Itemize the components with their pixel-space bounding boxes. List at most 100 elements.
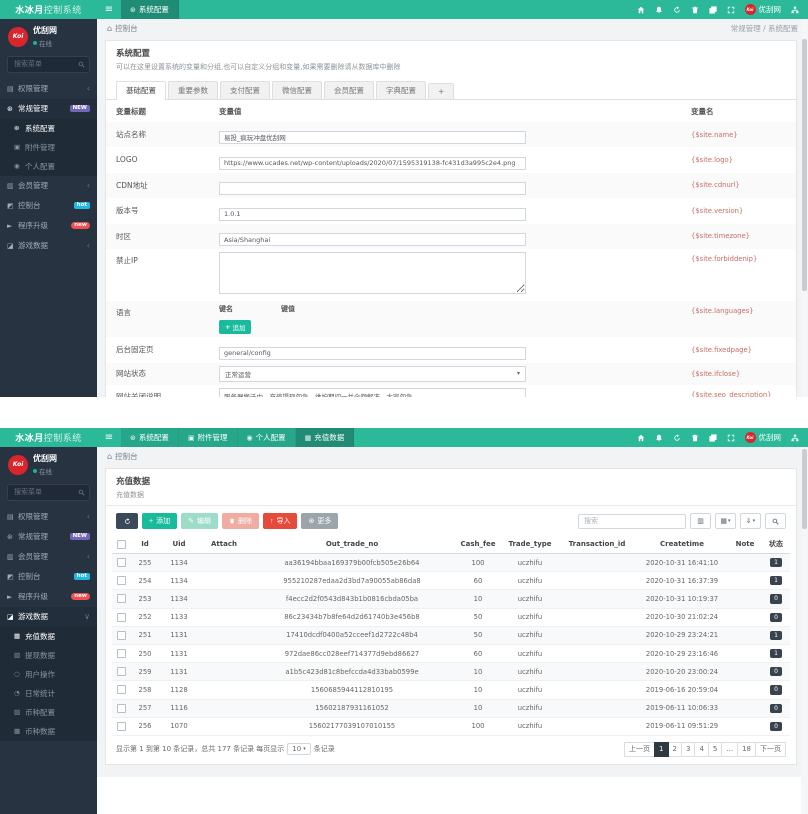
vertical-scrollbar[interactable] xyxy=(801,447,808,814)
import-button[interactable]: ↑ 导入 xyxy=(262,513,298,529)
prev-page-button[interactable]: 上一页 xyxy=(624,741,656,757)
row-checkbox[interactable] xyxy=(116,576,126,586)
config-text-input[interactable] xyxy=(219,130,526,144)
config-textarea[interactable] xyxy=(219,252,526,294)
table-row[interactable]: 252 1133 86c23434b7b8fe64d2d61740b3e456b… xyxy=(112,609,790,627)
row-checkbox[interactable] xyxy=(116,721,126,731)
vertical-scrollbar[interactable] xyxy=(801,19,808,397)
trash-icon[interactable] xyxy=(691,6,699,14)
col-cash-fee[interactable]: Cash_fee xyxy=(454,535,502,553)
col-id[interactable]: Id xyxy=(130,535,160,553)
refresh-icon[interactable] xyxy=(673,5,681,14)
col-status[interactable]: 状态 xyxy=(762,535,790,553)
clone-icon[interactable] xyxy=(708,433,717,442)
config-text-input[interactable] xyxy=(219,156,526,170)
status-badge[interactable]: 0 xyxy=(770,612,782,622)
sidebar-menu-item[interactable]: ◩ 控制台 hot xyxy=(0,196,97,216)
row-checkbox[interactable] xyxy=(116,667,126,677)
toggle-view-button[interactable]: ▥ xyxy=(690,513,711,529)
sidebar-menu-item[interactable]: ► 程序升级 new xyxy=(0,216,97,236)
col-trade-type[interactable]: Trade_type xyxy=(502,535,558,553)
page-number-button[interactable]: ... xyxy=(721,741,739,757)
nav-tab[interactable]: ◉ 个人配置 xyxy=(237,428,296,447)
more-button[interactable]: ⊛ 更多 xyxy=(301,513,339,529)
nav-tab[interactable]: ⊛ 系统配置 xyxy=(121,428,179,447)
config-text-input[interactable] xyxy=(219,182,526,195)
sidebar-menu-item[interactable]: ◉ 个人配置 xyxy=(0,156,97,176)
refresh-icon[interactable] xyxy=(673,433,681,442)
next-page-button[interactable]: 下一页 xyxy=(755,741,786,757)
sitemap-icon[interactable] xyxy=(791,434,799,442)
sidebar-menu-item[interactable]: ▨ 币种配置 xyxy=(0,702,97,722)
sidebar-menu-item[interactable]: ○ 用户操作 xyxy=(0,664,97,684)
expand-icon[interactable] xyxy=(727,434,735,442)
home-icon[interactable] xyxy=(637,434,645,442)
table-row[interactable]: 251 1131 17410dcdf0400a52cceef1d2722c48b… xyxy=(112,626,790,645)
config-text-input[interactable] xyxy=(219,346,526,360)
status-badge[interactable]: 1 xyxy=(770,630,782,640)
table-row[interactable]: 255 1134 aa36194bbaa169379b00fcb505e26b6… xyxy=(112,554,790,573)
page-number-button[interactable]: 3 xyxy=(680,741,696,757)
status-badge[interactable]: 0 xyxy=(770,703,782,713)
table-search-input[interactable] xyxy=(578,513,686,529)
sidebar-toggle-icon[interactable]: ≡ xyxy=(97,428,121,447)
expand-icon[interactable] xyxy=(727,6,735,14)
sidebar-menu-item[interactable]: ▥ 会员管理 ‹ xyxy=(0,547,97,567)
status-badge[interactable]: 0 xyxy=(770,685,782,695)
sidebar-toggle-icon[interactable]: ≡ xyxy=(97,0,121,19)
page-number-button[interactable]: 1 xyxy=(654,741,669,757)
col-out-trade-no[interactable]: Out_trade_no xyxy=(250,535,454,553)
bell-icon[interactable] xyxy=(655,434,663,442)
page-number-button[interactable]: 2 xyxy=(667,741,682,757)
status-badge[interactable]: 0 xyxy=(770,667,782,677)
table-row[interactable]: 258 1128 1560685944112810195 10 uczhifu … xyxy=(112,681,790,700)
sidebar-menu-item[interactable]: ► 程序升级 new xyxy=(0,587,97,607)
config-tab[interactable]: 会员配置 xyxy=(324,81,374,99)
export-button[interactable]: ⇓ ▾ xyxy=(740,513,761,529)
config-tab[interactable]: 字典配置 xyxy=(376,81,426,99)
row-checkbox[interactable] xyxy=(116,649,126,659)
sidebar-menu-item[interactable]: ▥ 会员管理 ‹ xyxy=(0,176,97,196)
sidebar-search-input[interactable] xyxy=(12,59,78,70)
page-number-button[interactable]: 4 xyxy=(694,741,709,757)
status-badge[interactable]: 0 xyxy=(770,721,782,731)
sidebar-search-input[interactable] xyxy=(12,487,78,498)
edit-button[interactable]: ✎ 编辑 xyxy=(181,513,218,529)
user-menu[interactable]: Koi 优刮网 xyxy=(744,4,781,15)
row-checkbox[interactable] xyxy=(116,558,126,568)
sidebar-menu-item[interactable]: ▣ 附件管理 xyxy=(0,137,97,157)
config-tab[interactable]: 重要参数 xyxy=(168,81,218,99)
table-row[interactable]: 256 1070 15602177039107010155 100 uczhif… xyxy=(112,718,790,736)
table-row[interactable]: 254 1134 955210287edaa2d3bd7a90055ab86da… xyxy=(112,572,790,591)
sidebar-menu-item[interactable]: ▤ 权限管理 ‹ xyxy=(0,507,97,527)
config-textarea[interactable]: 服务器搬迁中，充值提现勿急，维护期间一并全额解冻，大家勿急 xyxy=(219,387,526,397)
site-status-select[interactable]: 正常运营 ▾ xyxy=(219,365,526,382)
row-checkbox[interactable] xyxy=(116,703,126,713)
sidebar-menu-item[interactable]: ▤ 权限管理 ‹ xyxy=(0,79,97,99)
config-tab[interactable]: 微信配置 xyxy=(272,81,322,99)
nav-tab[interactable]: ⊛ 系统配置 xyxy=(121,0,179,19)
col-createtime[interactable]: Createtime xyxy=(636,535,728,553)
bell-icon[interactable] xyxy=(655,6,663,14)
nav-tab[interactable]: ▣ 附件管理 xyxy=(178,428,238,447)
scrollbar-thumb[interactable] xyxy=(802,39,807,291)
config-tab[interactable]: + xyxy=(428,83,455,99)
sidebar-menu-item[interactable]: ▩ 币种数据 xyxy=(0,721,97,741)
table-row[interactable]: 250 1131 972dae86cc028eef714377d9ebd8662… xyxy=(112,645,790,664)
page-number-button[interactable]: 5 xyxy=(707,741,723,757)
col-note[interactable]: Note xyxy=(728,535,762,553)
status-badge[interactable]: 1 xyxy=(770,558,782,568)
config-text-input[interactable] xyxy=(219,207,526,221)
trash-icon[interactable] xyxy=(691,434,699,442)
breadcrumb-left[interactable]: 控制台 xyxy=(115,451,138,462)
add-button[interactable]: + 添加 xyxy=(142,513,178,529)
sidebar-menu-item[interactable]: ▦ 充值数据 xyxy=(0,626,97,646)
status-badge[interactable]: 1 xyxy=(770,576,782,586)
config-text-input[interactable] xyxy=(219,233,526,246)
config-tab[interactable]: 基础配置 xyxy=(116,81,166,100)
scrollbar-thumb[interactable] xyxy=(802,449,807,529)
status-badge[interactable]: 1 xyxy=(770,648,782,659)
table-row[interactable]: 259 1131 a1b5c423d81c8befccda4d33bab0599… xyxy=(112,663,790,682)
row-checkbox[interactable] xyxy=(116,612,126,622)
status-badge[interactable]: 0 xyxy=(770,594,782,604)
